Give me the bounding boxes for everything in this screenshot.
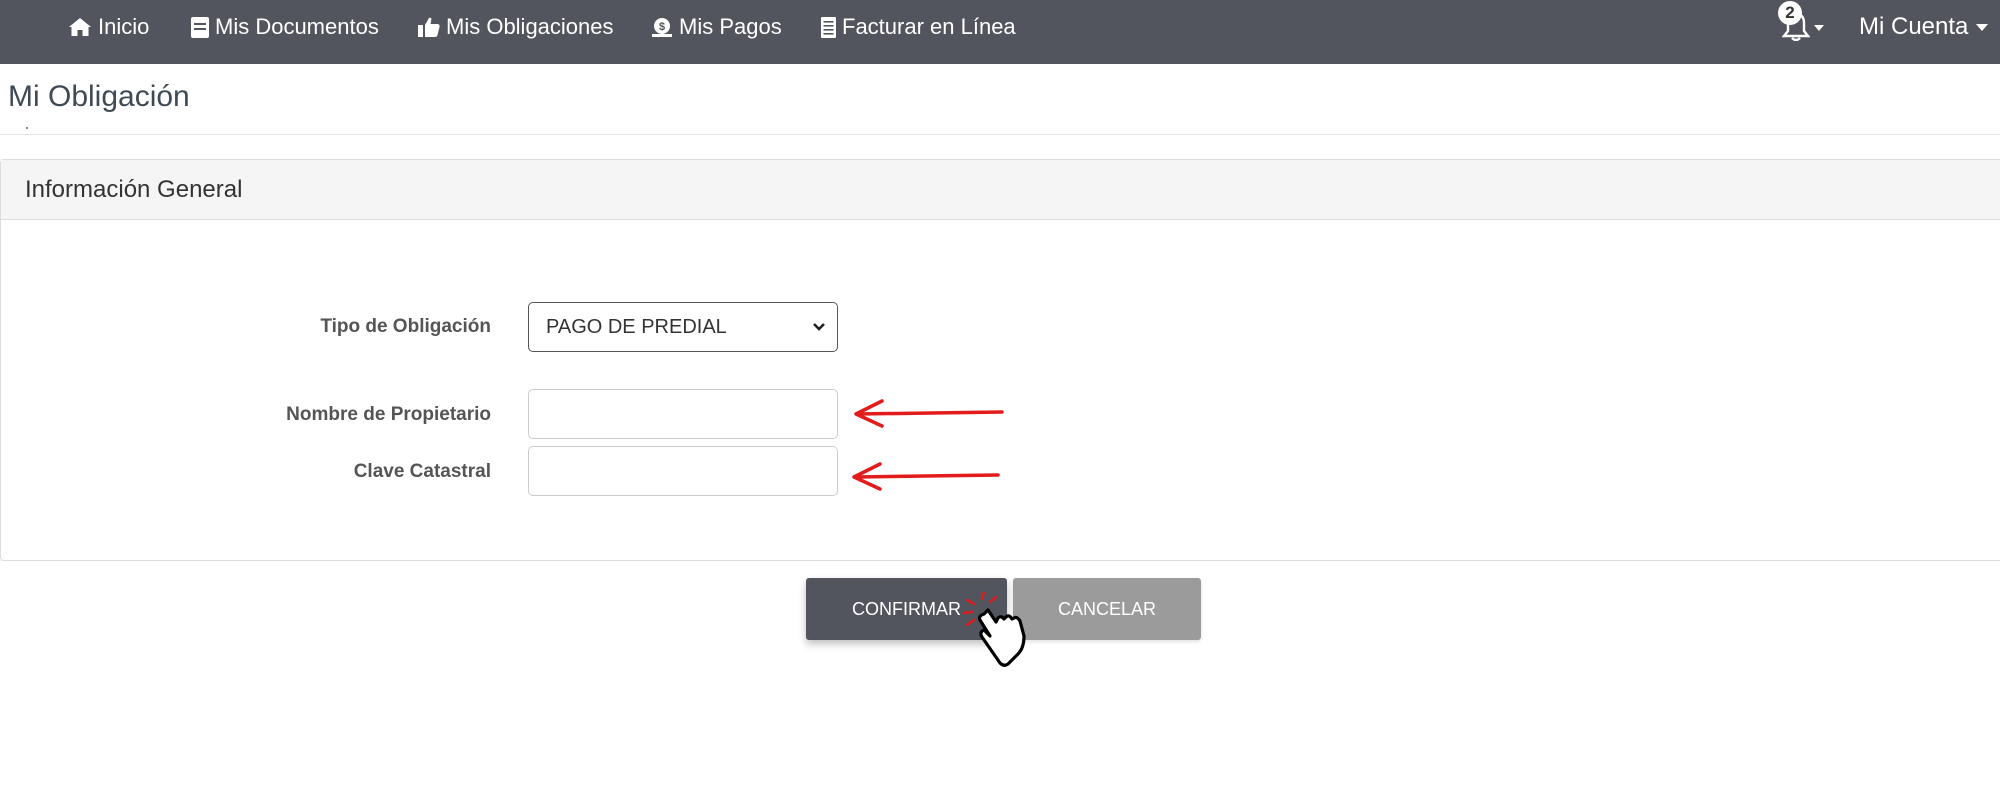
nav-mis-pagos-label: Mis Pagos	[679, 14, 782, 39]
nav-mis-documentos[interactable]: Mis Documentos	[191, 0, 379, 54]
tipo-obligacion-label: Tipo de Obligación	[320, 316, 491, 337]
general-info-panel: Información General	[0, 159, 2000, 561]
thumbs-up-icon	[418, 17, 440, 37]
notification-count-badge: 2	[1778, 1, 1802, 25]
nav-mis-documentos-label: Mis Documentos	[215, 14, 379, 39]
hand-pointer-icon	[962, 592, 1026, 667]
payment-icon: $	[651, 17, 673, 37]
panel-heading: Información General	[1, 160, 2000, 220]
page-title: Mi Obligación	[8, 80, 190, 113]
notifications-button[interactable]: 2	[1776, 0, 1824, 54]
title-divider	[0, 134, 2000, 135]
bell-caret-icon	[1814, 25, 1824, 31]
top-navbar: Inicio Mis Documentos Mis Obligaciones $…	[0, 0, 2000, 64]
invoice-icon	[821, 16, 836, 38]
nombre-propietario-label: Nombre de Propietario	[286, 404, 491, 425]
red-arrow-annotation	[854, 399, 1004, 428]
clave-catastral-input[interactable]	[528, 446, 838, 496]
document-icon	[191, 16, 209, 38]
tipo-obligacion-select[interactable]: PAGO DE PREDIAL	[528, 302, 838, 352]
clave-catastral-label: Clave Catastral	[353, 461, 491, 482]
stray-dot	[26, 127, 28, 129]
chevron-down-icon	[813, 323, 825, 331]
red-arrow-annotation	[852, 462, 1000, 491]
nav-facturar-label: Facturar en Línea	[842, 14, 1016, 39]
tipo-obligacion-value: PAGO DE PREDIAL	[546, 315, 727, 338]
nav-mis-pagos[interactable]: $ Mis Pagos	[651, 0, 782, 54]
svg-text:$: $	[659, 21, 665, 33]
chevron-down-icon	[1976, 23, 1989, 31]
nav-mis-obligaciones[interactable]: Mis Obligaciones	[418, 0, 614, 54]
nav-facturar-en-linea[interactable]: Facturar en Línea	[821, 0, 1016, 54]
nombre-propietario-input[interactable]	[528, 389, 838, 439]
nav-mis-obligaciones-label: Mis Obligaciones	[446, 14, 614, 39]
account-menu[interactable]: Mi Cuenta	[1859, 0, 1989, 54]
nav-inicio-label: Inicio	[98, 14, 150, 39]
home-icon	[68, 17, 92, 37]
nav-inicio[interactable]: Inicio	[68, 0, 149, 54]
account-menu-label: Mi Cuenta	[1859, 13, 1969, 40]
